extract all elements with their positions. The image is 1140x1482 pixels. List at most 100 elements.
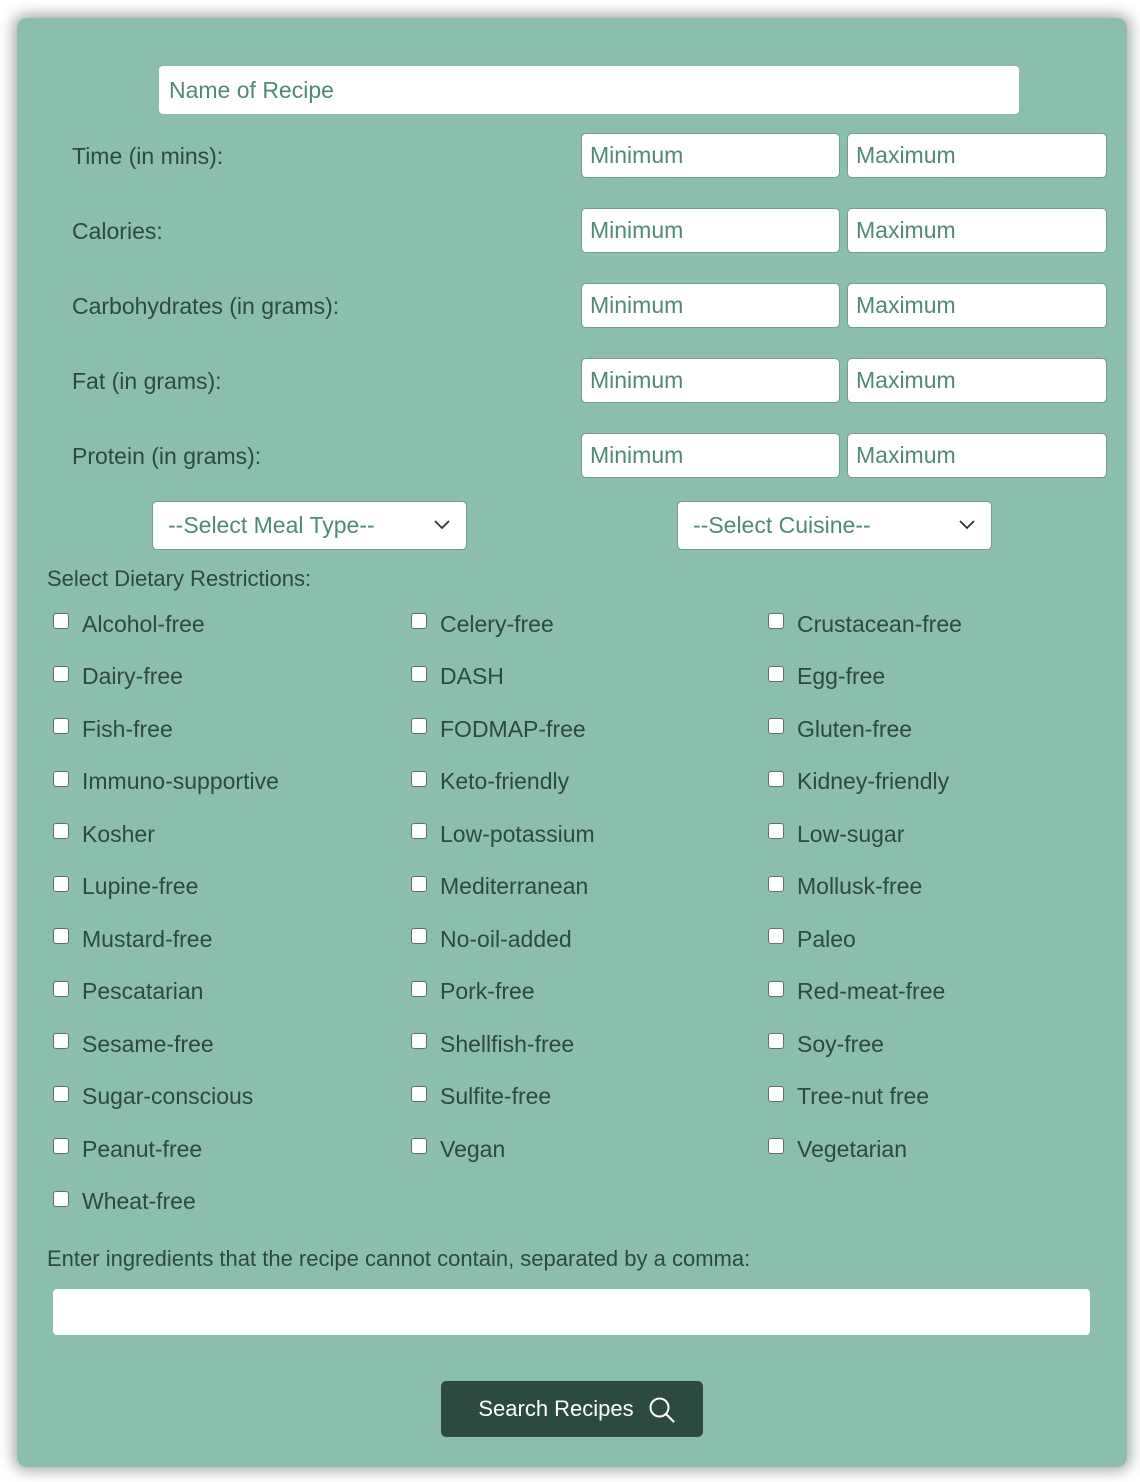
- diet-checkbox-vegetarian[interactable]: [768, 1138, 784, 1154]
- diet-option-pescatarian[interactable]: Pescatarian: [53, 977, 203, 1007]
- diet-label-no-oil-added: No-oil-added: [440, 925, 572, 952]
- diet-checkbox-mustard-free[interactable]: [53, 928, 69, 944]
- diet-checkbox-egg-free[interactable]: [768, 665, 784, 682]
- diet-checkbox-dairy-free[interactable]: [53, 665, 69, 682]
- fat-max-input[interactable]: [847, 358, 1107, 403]
- diet-label-tree-nut-free: Tree-nut free: [797, 1083, 930, 1109]
- diet-label-crustacean-free: Crustacean-free: [797, 610, 962, 637]
- diet-option-alcohol-free[interactable]: Alcohol-free: [53, 609, 205, 639]
- diet-checkbox-dash[interactable]: [411, 665, 427, 682]
- recipe-name-input[interactable]: [159, 66, 1019, 114]
- diet-checkbox-keto-friendly[interactable]: [411, 770, 427, 787]
- diet-option-soy-free[interactable]: Soy-free: [768, 1029, 884, 1059]
- diet-label-lupine-free: Lupine-free: [82, 873, 199, 899]
- diet-checkbox-vegan[interactable]: [411, 1138, 427, 1154]
- diet-option-low-potassium[interactable]: Low-potassium: [411, 819, 595, 849]
- diet-option-sulfite-free[interactable]: Sulfite-free: [411, 1082, 551, 1112]
- diet-option-fish-free[interactable]: Fish-free: [53, 714, 173, 744]
- diet-checkbox-crustacean-free[interactable]: [768, 613, 784, 629]
- diet-option-kidney-friendly[interactable]: Kidney-friendly: [768, 767, 949, 797]
- diet-checkbox-no-oil-added[interactable]: [411, 928, 427, 944]
- diet-checkbox-low-potassium[interactable]: [411, 823, 427, 839]
- dietary-restrictions-label: Select Dietary Restrictions:: [47, 566, 312, 591]
- diet-option-pork-free[interactable]: Pork-free: [411, 977, 535, 1007]
- diet-option-tree-nut-free[interactable]: Tree-nut free: [768, 1082, 929, 1112]
- diet-option-vegan[interactable]: Vegan: [411, 1134, 505, 1164]
- cuisine-select[interactable]: --Select Cuisine--: [677, 501, 992, 550]
- diet-option-sesame-free[interactable]: Sesame-free: [53, 1029, 214, 1059]
- diet-label-celery-free: Celery-free: [440, 610, 554, 637]
- diet-option-crustacean-free[interactable]: Crustacean-free: [768, 609, 962, 639]
- diet-checkbox-peanut-free[interactable]: [53, 1138, 69, 1154]
- diet-checkbox-pork-free[interactable]: [411, 980, 427, 997]
- diet-label-fish-free: Fish-free: [82, 715, 173, 742]
- diet-option-sugar-conscious[interactable]: Sugar-conscious: [53, 1082, 253, 1112]
- diet-label-low-potassium: Low-potassium: [440, 820, 595, 847]
- diet-checkbox-fodmap-free[interactable]: [411, 718, 427, 734]
- diet-option-keto-friendly[interactable]: Keto-friendly: [411, 767, 569, 797]
- diet-label-soy-free: Soy-free: [797, 1030, 884, 1057]
- diet-option-peanut-free[interactable]: Peanut-free: [53, 1134, 202, 1164]
- diet-label-kidney-friendly: Kidney-friendly: [797, 768, 950, 794]
- diet-checkbox-wheat-free[interactable]: [53, 1190, 69, 1207]
- diet-option-wheat-free[interactable]: Wheat-free: [53, 1187, 196, 1217]
- exclude-ingredients-input[interactable]: [53, 1289, 1090, 1335]
- diet-option-dash[interactable]: DASH: [411, 662, 504, 692]
- diet-option-immuno-supportive[interactable]: Immuno-supportive: [53, 767, 279, 797]
- diet-label-pescatarian: Pescatarian: [82, 978, 204, 1004]
- time-max-input[interactable]: [847, 133, 1107, 178]
- diet-checkbox-immuno-supportive[interactable]: [53, 770, 69, 787]
- diet-option-celery-free[interactable]: Celery-free: [411, 609, 554, 639]
- diet-option-shellfish-free[interactable]: Shellfish-free: [411, 1029, 574, 1059]
- diet-checkbox-shellfish-free[interactable]: [411, 1033, 427, 1049]
- diet-option-egg-free[interactable]: Egg-free: [768, 662, 885, 692]
- diet-option-mediterranean[interactable]: Mediterranean: [411, 872, 588, 902]
- diet-label-mollusk-free: Mollusk-free: [797, 873, 923, 899]
- diet-option-no-oil-added[interactable]: No-oil-added: [411, 924, 572, 954]
- diet-label-pork-free: Pork-free: [440, 978, 535, 1004]
- diet-option-kosher[interactable]: Kosher: [53, 819, 155, 849]
- chevron-down-icon: [434, 520, 450, 530]
- diet-checkbox-alcohol-free[interactable]: [53, 613, 69, 629]
- diet-checkbox-sesame-free[interactable]: [53, 1033, 69, 1049]
- carbohydrates-min-input[interactable]: [581, 283, 840, 328]
- diet-checkbox-mollusk-free[interactable]: [768, 875, 784, 892]
- diet-option-vegetarian[interactable]: Vegetarian: [768, 1134, 907, 1164]
- diet-option-low-sugar[interactable]: Low-sugar: [768, 819, 904, 849]
- calories-max-input[interactable]: [847, 208, 1107, 253]
- time-label: Time (in mins):: [72, 143, 224, 169]
- diet-checkbox-low-sugar[interactable]: [768, 823, 784, 839]
- diet-option-lupine-free[interactable]: Lupine-free: [53, 872, 198, 902]
- diet-label-red-meat-free: Red-meat-free: [797, 978, 946, 1004]
- diet-label-vegetarian: Vegetarian: [797, 1135, 907, 1162]
- diet-checkbox-kidney-friendly[interactable]: [768, 770, 784, 787]
- diet-option-fodmap-free[interactable]: FODMAP-free: [411, 714, 586, 744]
- diet-checkbox-soy-free[interactable]: [768, 1033, 784, 1049]
- meal-type-select[interactable]: --Select Meal Type--: [152, 501, 467, 550]
- time-min-input[interactable]: [581, 133, 840, 178]
- diet-checkbox-lupine-free[interactable]: [53, 875, 69, 892]
- protein-max-input[interactable]: [847, 433, 1107, 478]
- diet-option-red-meat-free[interactable]: Red-meat-free: [768, 977, 945, 1007]
- diet-checkbox-red-meat-free[interactable]: [768, 980, 784, 997]
- diet-checkbox-sulfite-free[interactable]: [411, 1085, 427, 1102]
- carbohydrates-max-input[interactable]: [847, 283, 1107, 328]
- diet-option-gluten-free[interactable]: Gluten-free: [768, 714, 912, 744]
- search-recipes-button[interactable]: Search Recipes: [441, 1381, 703, 1437]
- diet-option-dairy-free[interactable]: Dairy-free: [53, 662, 183, 692]
- diet-checkbox-celery-free[interactable]: [411, 613, 427, 629]
- diet-checkbox-paleo[interactable]: [768, 928, 784, 944]
- fat-min-input[interactable]: [581, 358, 840, 403]
- diet-checkbox-sugar-conscious[interactable]: [53, 1085, 69, 1102]
- diet-checkbox-fish-free[interactable]: [53, 718, 69, 734]
- diet-option-mollusk-free[interactable]: Mollusk-free: [768, 872, 922, 902]
- diet-checkbox-tree-nut-free[interactable]: [768, 1085, 784, 1102]
- diet-checkbox-gluten-free[interactable]: [768, 718, 784, 734]
- diet-option-paleo[interactable]: Paleo: [768, 924, 856, 954]
- diet-option-mustard-free[interactable]: Mustard-free: [53, 924, 212, 954]
- calories-min-input[interactable]: [581, 208, 840, 253]
- diet-checkbox-pescatarian[interactable]: [53, 980, 69, 997]
- protein-min-input[interactable]: [581, 433, 840, 478]
- diet-checkbox-kosher[interactable]: [53, 823, 69, 839]
- diet-checkbox-mediterranean[interactable]: [411, 875, 427, 892]
